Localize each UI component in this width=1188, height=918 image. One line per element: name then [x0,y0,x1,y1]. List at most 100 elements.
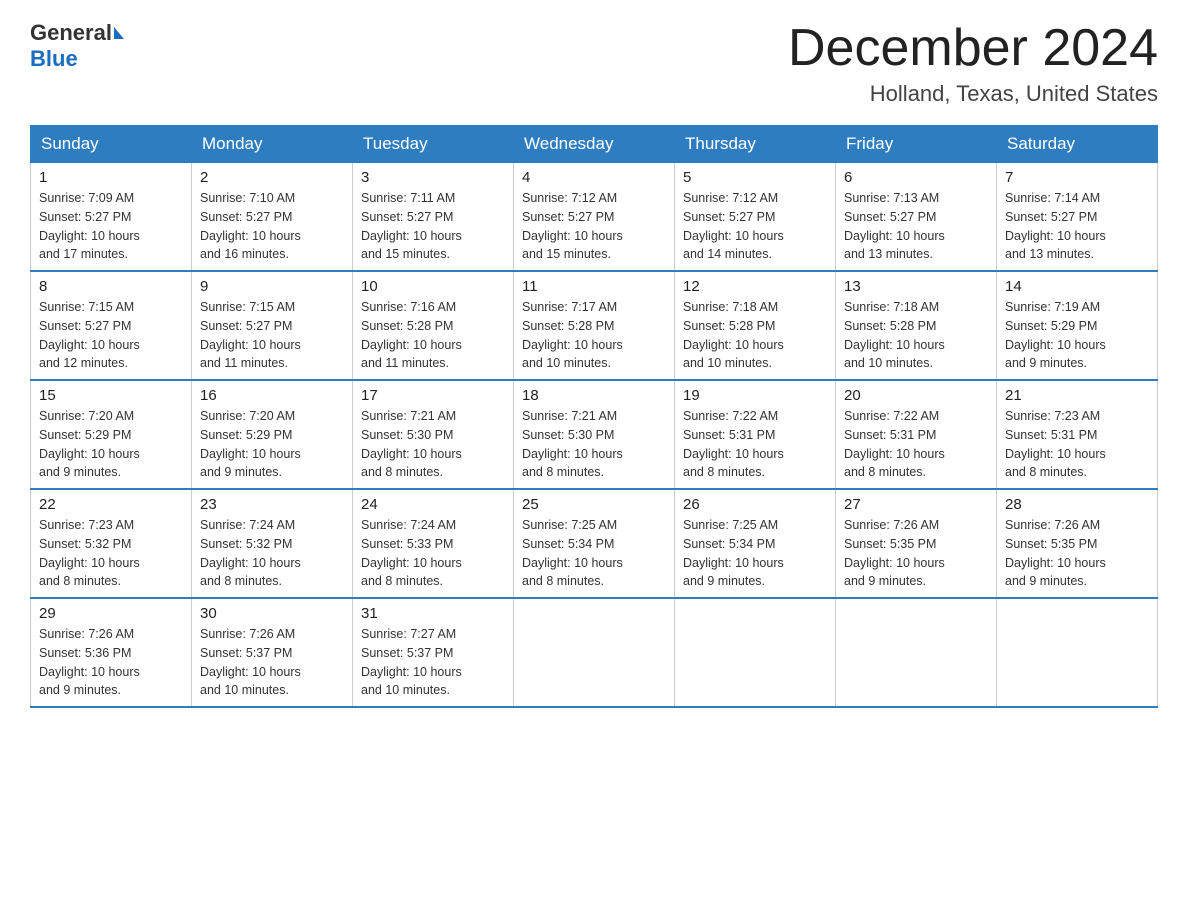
day-number: 3 [361,169,505,186]
page-header: General Blue December 2024 Holland, Texa… [30,20,1158,107]
title-block: December 2024 Holland, Texas, United Sta… [788,20,1158,107]
day-info: Sunrise: 7:20 AM Sunset: 5:29 PM Dayligh… [200,407,344,482]
day-number: 17 [361,387,505,404]
day-cell: 15 Sunrise: 7:20 AM Sunset: 5:29 PM Dayli… [31,380,192,489]
day-number: 29 [39,605,183,622]
day-cell: 1 Sunrise: 7:09 AM Sunset: 5:27 PM Daylig… [31,163,192,272]
day-number: 11 [522,278,666,295]
day-number: 18 [522,387,666,404]
day-info: Sunrise: 7:24 AM Sunset: 5:33 PM Dayligh… [361,516,505,591]
day-info: Sunrise: 7:16 AM Sunset: 5:28 PM Dayligh… [361,298,505,373]
day-header-wednesday: Wednesday [514,126,675,163]
day-info: Sunrise: 7:11 AM Sunset: 5:27 PM Dayligh… [361,189,505,264]
day-cell: 23 Sunrise: 7:24 AM Sunset: 5:32 PM Dayli… [192,489,353,598]
day-header-sunday: Sunday [31,126,192,163]
day-info: Sunrise: 7:15 AM Sunset: 5:27 PM Dayligh… [200,298,344,373]
day-cell: 27Sunrise: 7:26 AM Sunset: 5:35 PM Dayli… [836,489,997,598]
day-number: 26 [683,496,827,513]
day-cell: 29Sunrise: 7:26 AM Sunset: 5:36 PM Dayli… [31,598,192,707]
logo-general: General [30,20,112,46]
day-header-friday: Friday [836,126,997,163]
day-info: Sunrise: 7:23 AM Sunset: 5:32 PM Dayligh… [39,516,183,591]
day-cell: 31 Sunrise: 7:27 AM Sunset: 5:37 PM Dayli… [353,598,514,707]
logo-blue: Blue [30,46,78,72]
day-info: Sunrise: 7:17 AM Sunset: 5:28 PM Dayligh… [522,298,666,373]
day-header-monday: Monday [192,126,353,163]
week-row-1: 1 Sunrise: 7:09 AM Sunset: 5:27 PM Daylig… [31,163,1158,272]
day-header-thursday: Thursday [675,126,836,163]
day-number: 15 [39,387,183,404]
week-row-5: 29Sunrise: 7:26 AM Sunset: 5:36 PM Dayli… [31,598,1158,707]
day-cell: 13Sunrise: 7:18 AM Sunset: 5:28 PM Dayli… [836,271,997,380]
logo-arrow-icon [114,27,124,39]
logo-text: General [30,20,124,46]
day-info: Sunrise: 7:24 AM Sunset: 5:32 PM Dayligh… [200,516,344,591]
day-number: 14 [1005,278,1149,295]
day-info: Sunrise: 7:13 AM Sunset: 5:27 PM Dayligh… [844,189,988,264]
day-cell: 8Sunrise: 7:15 AM Sunset: 5:27 PM Daylig… [31,271,192,380]
day-info: Sunrise: 7:21 AM Sunset: 5:30 PM Dayligh… [522,407,666,482]
day-cell: 24Sunrise: 7:24 AM Sunset: 5:33 PM Dayli… [353,489,514,598]
day-cell [514,598,675,707]
day-number: 16 [200,387,344,404]
day-info: Sunrise: 7:09 AM Sunset: 5:27 PM Dayligh… [39,189,183,264]
day-header-saturday: Saturday [997,126,1158,163]
day-info: Sunrise: 7:12 AM Sunset: 5:27 PM Dayligh… [683,189,827,264]
week-row-4: 22 Sunrise: 7:23 AM Sunset: 5:32 PM Dayli… [31,489,1158,598]
day-cell: 18 Sunrise: 7:21 AM Sunset: 5:30 PM Dayli… [514,380,675,489]
day-info: Sunrise: 7:14 AM Sunset: 5:27 PM Dayligh… [1005,189,1149,264]
day-cell: 5 Sunrise: 7:12 AM Sunset: 5:27 PM Daylig… [675,163,836,272]
day-cell: 28 Sunrise: 7:26 AM Sunset: 5:35 PM Dayli… [997,489,1158,598]
day-info: Sunrise: 7:25 AM Sunset: 5:34 PM Dayligh… [522,516,666,591]
week-row-2: 8Sunrise: 7:15 AM Sunset: 5:27 PM Daylig… [31,271,1158,380]
day-number: 6 [844,169,988,186]
day-cell: 20Sunrise: 7:22 AM Sunset: 5:31 PM Dayli… [836,380,997,489]
day-number: 12 [683,278,827,295]
day-cell: 22 Sunrise: 7:23 AM Sunset: 5:32 PM Dayli… [31,489,192,598]
day-cell: 6 Sunrise: 7:13 AM Sunset: 5:27 PM Daylig… [836,163,997,272]
day-cell: 10 Sunrise: 7:16 AM Sunset: 5:28 PM Dayli… [353,271,514,380]
day-number: 30 [200,605,344,622]
day-info: Sunrise: 7:18 AM Sunset: 5:28 PM Dayligh… [683,298,827,373]
day-number: 1 [39,169,183,186]
day-number: 9 [200,278,344,295]
day-info: Sunrise: 7:26 AM Sunset: 5:37 PM Dayligh… [200,625,344,700]
calendar-subtitle: Holland, Texas, United States [788,81,1158,107]
day-number: 25 [522,496,666,513]
day-cell: 4Sunrise: 7:12 AM Sunset: 5:27 PM Daylig… [514,163,675,272]
day-info: Sunrise: 7:20 AM Sunset: 5:29 PM Dayligh… [39,407,183,482]
day-cell [675,598,836,707]
day-cell: 9 Sunrise: 7:15 AM Sunset: 5:27 PM Daylig… [192,271,353,380]
day-number: 10 [361,278,505,295]
day-info: Sunrise: 7:18 AM Sunset: 5:28 PM Dayligh… [844,298,988,373]
day-number: 22 [39,496,183,513]
day-cell: 7Sunrise: 7:14 AM Sunset: 5:27 PM Daylig… [997,163,1158,272]
day-info: Sunrise: 7:22 AM Sunset: 5:31 PM Dayligh… [844,407,988,482]
day-cell: 3 Sunrise: 7:11 AM Sunset: 5:27 PM Daylig… [353,163,514,272]
day-cell: 30 Sunrise: 7:26 AM Sunset: 5:37 PM Dayli… [192,598,353,707]
day-info: Sunrise: 7:27 AM Sunset: 5:37 PM Dayligh… [361,625,505,700]
day-header-tuesday: Tuesday [353,126,514,163]
logo: General Blue [30,20,124,72]
day-number: 2 [200,169,344,186]
day-info: Sunrise: 7:21 AM Sunset: 5:30 PM Dayligh… [361,407,505,482]
day-number: 5 [683,169,827,186]
day-cell: 21Sunrise: 7:23 AM Sunset: 5:31 PM Dayli… [997,380,1158,489]
days-header-row: SundayMondayTuesdayWednesdayThursdayFrid… [31,126,1158,163]
day-info: Sunrise: 7:26 AM Sunset: 5:35 PM Dayligh… [1005,516,1149,591]
day-number: 31 [361,605,505,622]
day-number: 4 [522,169,666,186]
day-number: 27 [844,496,988,513]
day-number: 23 [200,496,344,513]
day-info: Sunrise: 7:15 AM Sunset: 5:27 PM Dayligh… [39,298,183,373]
day-cell: 17 Sunrise: 7:21 AM Sunset: 5:30 PM Dayli… [353,380,514,489]
calendar-title: December 2024 [788,20,1158,77]
day-number: 21 [1005,387,1149,404]
day-cell: 12 Sunrise: 7:18 AM Sunset: 5:28 PM Dayli… [675,271,836,380]
day-number: 28 [1005,496,1149,513]
day-cell: 2Sunrise: 7:10 AM Sunset: 5:27 PM Daylig… [192,163,353,272]
week-row-3: 15 Sunrise: 7:20 AM Sunset: 5:29 PM Dayli… [31,380,1158,489]
calendar-table: SundayMondayTuesdayWednesdayThursdayFrid… [30,125,1158,708]
day-info: Sunrise: 7:19 AM Sunset: 5:29 PM Dayligh… [1005,298,1149,373]
day-cell: 26Sunrise: 7:25 AM Sunset: 5:34 PM Dayli… [675,489,836,598]
